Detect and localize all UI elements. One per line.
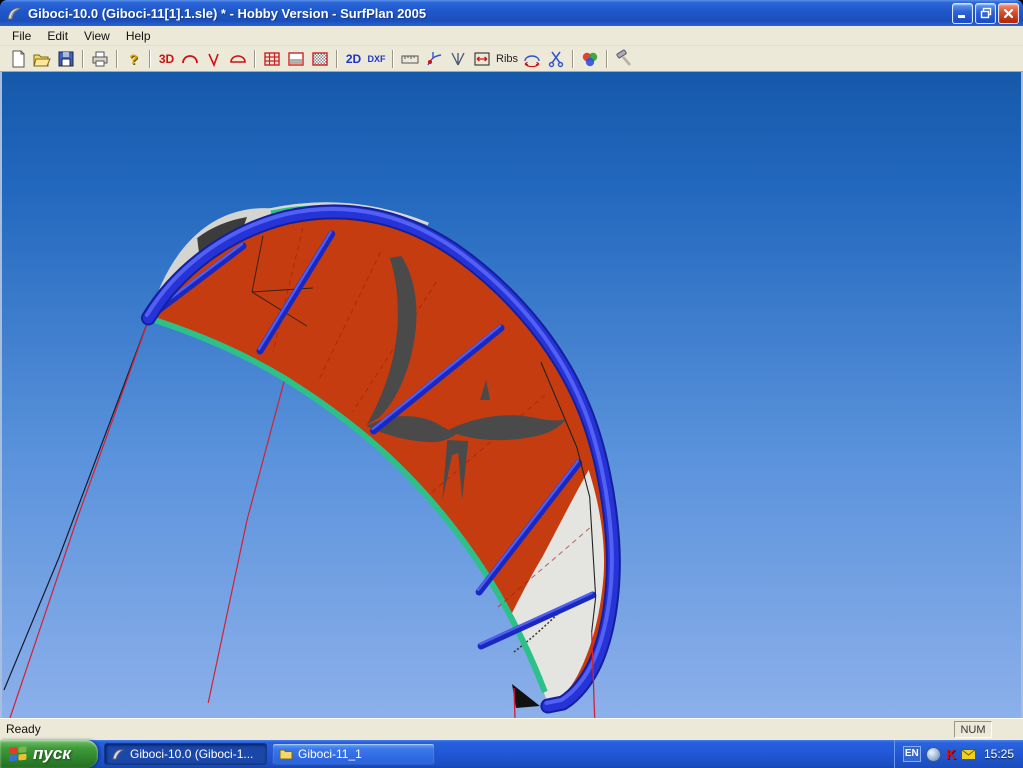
print-button[interactable] bbox=[88, 48, 112, 70]
arc-arrows-icon bbox=[522, 49, 542, 69]
open-file-button[interactable] bbox=[30, 48, 54, 70]
toolbar-separator bbox=[82, 50, 84, 68]
flying-lines-left bbox=[4, 320, 291, 718]
start-button[interactable]: пуск bbox=[0, 740, 98, 768]
dome-profile-button[interactable] bbox=[226, 48, 250, 70]
taskbar-clock[interactable]: 15:25 bbox=[984, 747, 1014, 761]
grid-panels-button[interactable] bbox=[260, 48, 284, 70]
bridle-lines-button[interactable] bbox=[446, 48, 470, 70]
3d-viewport[interactable] bbox=[2, 72, 1021, 718]
save-button[interactable] bbox=[54, 48, 78, 70]
tip-profile-button[interactable] bbox=[202, 48, 226, 70]
envelope-tray-icon[interactable] bbox=[961, 749, 976, 760]
close-icon bbox=[1003, 8, 1014, 19]
kite-3d-render bbox=[2, 72, 1021, 718]
toolbar-separator bbox=[336, 50, 338, 68]
title-bar[interactable]: Giboci-10.0 (Giboci-11[1].1.sle) * - Hob… bbox=[0, 0, 1023, 26]
ruler-icon bbox=[400, 49, 420, 69]
window-title: Giboci-10.0 (Giboci-11[1].1.sle) * - Hob… bbox=[28, 6, 952, 21]
2d-label: 2D bbox=[346, 52, 361, 66]
grid-icon bbox=[262, 49, 282, 69]
menu-file[interactable]: File bbox=[4, 27, 39, 45]
surfplan-app-icon bbox=[6, 5, 23, 22]
menu-help[interactable]: Help bbox=[118, 27, 159, 45]
start-label: пуск bbox=[33, 744, 71, 764]
help-button[interactable]: ? bbox=[122, 48, 145, 70]
menu-edit[interactable]: Edit bbox=[39, 27, 76, 45]
new-document-icon bbox=[8, 49, 28, 69]
new-document-button[interactable] bbox=[6, 48, 30, 70]
arc-icon bbox=[180, 49, 200, 69]
minimize-button[interactable] bbox=[952, 3, 973, 24]
toolbar-separator bbox=[149, 50, 151, 68]
axis-icon bbox=[424, 49, 444, 69]
status-bar: Ready NUM bbox=[0, 718, 1023, 740]
taskbar-item-label: Giboci-10.0 (Giboci-1... bbox=[130, 747, 253, 761]
tip-shape-icon bbox=[204, 49, 224, 69]
dxf-export-button[interactable]: DXF bbox=[365, 48, 388, 70]
dxf-label: DXF bbox=[368, 54, 386, 64]
folder-icon bbox=[279, 748, 293, 760]
taskbar-item-label: Giboci-11_1 bbox=[298, 747, 362, 761]
surfplan-task-icon bbox=[111, 747, 125, 761]
minimize-icon bbox=[957, 8, 968, 19]
shaded-panel-icon bbox=[286, 49, 306, 69]
system-tray: EN K 15:25 bbox=[894, 740, 1023, 768]
taskbar: пуск Giboci-10.0 (Giboci-1... Giboci-11_… bbox=[0, 740, 1023, 768]
restore-icon bbox=[980, 7, 992, 19]
cut-panels-button[interactable] bbox=[544, 48, 568, 70]
restore-button[interactable] bbox=[975, 3, 996, 24]
help-icon: ? bbox=[129, 51, 138, 67]
arc-profile-button[interactable] bbox=[178, 48, 202, 70]
status-message: Ready bbox=[6, 722, 41, 736]
toolbar-separator bbox=[572, 50, 574, 68]
dome-icon bbox=[228, 49, 248, 69]
save-floppy-icon bbox=[56, 49, 76, 69]
antivirus-tray-icon[interactable]: K bbox=[946, 747, 956, 761]
ruler-button[interactable] bbox=[398, 48, 422, 70]
scissors-icon bbox=[546, 49, 566, 69]
panel-texture-button[interactable] bbox=[308, 48, 332, 70]
num-lock-indicator: NUM bbox=[954, 721, 992, 738]
rotate-axis-button[interactable] bbox=[422, 48, 446, 70]
ribs-label: Ribs bbox=[496, 53, 518, 65]
arc-measure-button[interactable] bbox=[520, 48, 544, 70]
width-arrow-icon bbox=[472, 49, 492, 69]
language-indicator[interactable]: EN bbox=[903, 746, 921, 762]
tools-button[interactable] bbox=[612, 48, 636, 70]
panel-shading-button[interactable] bbox=[284, 48, 308, 70]
taskbar-item-folder[interactable]: Giboci-11_1 bbox=[272, 743, 435, 765]
surfplan-window: Giboci-10.0 (Giboci-11[1].1.sle) * - Hob… bbox=[0, 0, 1023, 768]
toolbar: ? 3D bbox=[0, 46, 1023, 72]
rgb-colors-icon bbox=[580, 49, 600, 69]
ribs-button[interactable]: Ribs bbox=[494, 48, 520, 70]
toolbar-separator bbox=[116, 50, 118, 68]
menu-bar: File Edit View Help bbox=[0, 26, 1023, 46]
windows-logo-icon bbox=[8, 744, 28, 764]
toolbar-separator bbox=[606, 50, 608, 68]
width-measure-button[interactable] bbox=[470, 48, 494, 70]
colors-button[interactable] bbox=[578, 48, 602, 70]
3d-view-button[interactable]: 3D bbox=[155, 48, 178, 70]
3d-label: 3D bbox=[159, 52, 174, 66]
dithered-panel-icon bbox=[310, 49, 330, 69]
toolbar-separator bbox=[254, 50, 256, 68]
hammer-icon bbox=[614, 49, 634, 69]
tray-app-icon[interactable] bbox=[926, 747, 941, 762]
close-button[interactable] bbox=[998, 3, 1019, 24]
tip-black-patch bbox=[512, 684, 540, 708]
taskbar-item-surfplan[interactable]: Giboci-10.0 (Giboci-1... bbox=[104, 743, 267, 765]
2d-view-button[interactable]: 2D bbox=[342, 48, 365, 70]
menu-view[interactable]: View bbox=[76, 27, 118, 45]
printer-icon bbox=[90, 49, 110, 69]
open-folder-icon bbox=[32, 49, 52, 69]
toolbar-separator bbox=[392, 50, 394, 68]
bridle-fan-icon bbox=[448, 49, 468, 69]
